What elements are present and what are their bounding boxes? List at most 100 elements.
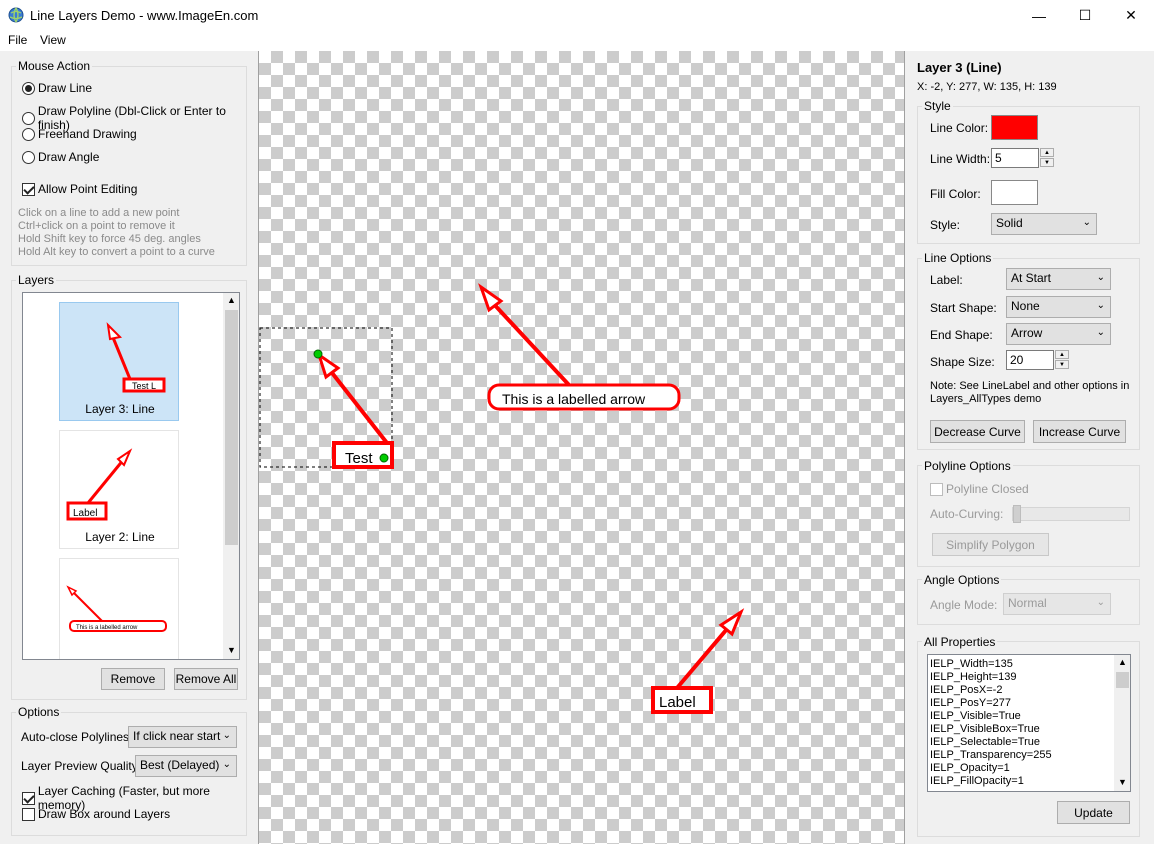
image-canvas[interactable]: This is a labelled arrow Test Label — [258, 51, 905, 844]
title-bar: Line Layers Demo - www.ImageEn.com — ☐ ✕ — [0, 0, 1154, 31]
hint-line: Ctrl+click on a point to remove it — [18, 220, 175, 232]
menu-file[interactable]: File — [8, 33, 27, 47]
select-value: If click near start — [133, 729, 221, 743]
point-handle[interactable] — [379, 453, 389, 463]
label-position-label: Label: — [930, 273, 963, 287]
spin-down-icon[interactable]: ▼ — [1055, 360, 1069, 369]
style-select[interactable]: Solid ⌄ — [991, 213, 1097, 235]
minimize-button[interactable]: — — [1016, 0, 1062, 31]
select-value: Arrow — [1011, 326, 1043, 340]
allow-point-editing-checkbox[interactable]: Allow Point Editing — [22, 182, 137, 196]
property-line: IELP_Width=135 — [930, 658, 1013, 670]
layers-drawing: This is a labelled arrow Test Label — [259, 283, 745, 714]
chevron-down-icon: ⌄ — [1082, 217, 1091, 228]
update-button[interactable]: Update — [1057, 801, 1130, 824]
window-title: Line Layers Demo - www.ImageEn.com — [30, 8, 259, 23]
select-value: Normal — [1008, 596, 1047, 610]
layer-preview-image: This is a labelled arrow — [66, 585, 167, 632]
line-width-label: Line Width: — [930, 152, 991, 166]
layer-thumb-1[interactable]: This is a labelled arrow — [59, 558, 179, 659]
slider-thumb[interactable] — [1013, 505, 1021, 523]
layers-scrollbar[interactable]: ▲ ▼ — [223, 293, 239, 659]
preview-quality-select[interactable]: Best (Delayed) ⌄ — [135, 755, 237, 777]
shape-size-label: Shape Size: — [930, 355, 995, 369]
select-value: Solid — [996, 216, 1023, 230]
radio-draw-angle[interactable]: Draw Angle — [22, 150, 99, 164]
auto-curving-slider[interactable] — [1012, 505, 1130, 523]
scroll-thumb[interactable] — [1116, 672, 1129, 688]
chevron-down-icon: ⌄ — [1096, 300, 1105, 311]
checkbox-indicator — [22, 791, 35, 805]
layer-geometry: X: -2, Y: 277, W: 135, H: 139 — [917, 81, 1057, 93]
angle-mode-select[interactable]: Normal ⌄ — [1003, 593, 1111, 615]
app-globe-icon — [8, 7, 24, 23]
arrow-line — [675, 627, 729, 690]
layers-title: Layers — [16, 273, 57, 287]
property-line: IELP_Selectable=True — [930, 736, 1040, 748]
menu-bar: File View — [0, 31, 1154, 51]
menu-view[interactable]: View — [40, 33, 66, 47]
thumb-label-text: Label — [73, 508, 97, 519]
polyline-options-title: Polyline Options — [922, 459, 1013, 473]
scroll-up-icon[interactable]: ▲ — [227, 295, 236, 305]
line-width-input[interactable]: 5 — [991, 148, 1039, 168]
chevron-down-icon: ⌄ — [222, 730, 231, 741]
arrow-line — [327, 367, 389, 445]
thumb-label-text: This is a labelled arrow — [76, 625, 138, 631]
simplify-polygon-button[interactable]: Simplify Polygon — [932, 533, 1049, 556]
radio-indicator — [22, 127, 35, 141]
select-value: Best (Delayed) — [140, 758, 220, 772]
properties-scrollbar[interactable]: ▲ ▼ — [1114, 655, 1130, 791]
end-shape-label: End Shape: — [930, 328, 993, 342]
checkbox-label: Allow Point Editing — [38, 182, 138, 196]
remove-button[interactable]: Remove — [101, 668, 165, 690]
checkbox-indicator — [22, 182, 35, 196]
layer-caption: Layer 3: Line — [85, 402, 155, 416]
decrease-curve-button[interactable]: Decrease Curve — [930, 420, 1025, 443]
shape-size-input[interactable]: 20 — [1006, 350, 1054, 370]
properties-memo[interactable]: IELP_Width=135 IELP_Height=139 IELP_PosX… — [927, 654, 1131, 792]
canvas-label-text: Label — [659, 694, 696, 711]
property-line: IELP_Opacity=1 — [930, 762, 1010, 774]
draw-box-checkbox[interactable]: Draw Box around Layers — [22, 807, 170, 821]
spin-up-icon[interactable]: ▲ — [1055, 350, 1069, 359]
point-handle[interactable] — [313, 349, 323, 359]
style-label: Style: — [930, 218, 961, 232]
mouse-action-title: Mouse Action — [16, 59, 93, 73]
spin-up-icon[interactable]: ▲ — [1040, 148, 1054, 157]
line-options-note: Note: See LineLabel and other options in… — [930, 380, 1129, 406]
auto-close-select[interactable]: If click near start ⌄ — [128, 726, 237, 748]
end-shape-select[interactable]: Arrow ⌄ — [1006, 323, 1111, 345]
layers-list[interactable]: Test L Layer 3: Line Label Layer 2: Line… — [22, 292, 240, 660]
layer-thumb-2[interactable]: Label Layer 2: Line — [59, 430, 179, 549]
auto-curving-label: Auto-Curving: — [930, 507, 1004, 521]
radio-label: Draw Line — [38, 81, 93, 95]
start-shape-select[interactable]: None ⌄ — [1006, 296, 1111, 318]
checkbox-indicator — [930, 482, 943, 496]
increase-curve-button[interactable]: Increase Curve — [1033, 420, 1126, 443]
radio-indicator — [22, 81, 35, 95]
label-position-select[interactable]: At Start ⌄ — [1006, 268, 1111, 290]
polyline-closed-checkbox[interactable]: Polyline Closed — [930, 482, 1029, 496]
fill-color-swatch[interactable] — [991, 180, 1038, 205]
radio-freehand[interactable]: Freehand Drawing — [22, 127, 137, 141]
layer-thumb-3[interactable]: Test L Layer 3: Line — [59, 302, 179, 421]
note-line: Layers_AllTypes demo — [930, 393, 1042, 405]
left-panel: Mouse Action Draw Line Draw Polyline (Db… — [0, 51, 258, 844]
scroll-thumb[interactable] — [225, 310, 238, 545]
scroll-down-icon[interactable]: ▼ — [227, 645, 236, 655]
layer-preview-image: Test L — [106, 322, 166, 393]
start-shape-label: Start Shape: — [930, 301, 997, 315]
property-line: IELP_FillOpacity=1 — [930, 775, 1024, 787]
close-button[interactable]: ✕ — [1108, 0, 1154, 31]
scroll-down-icon[interactable]: ▼ — [1118, 777, 1127, 787]
maximize-button[interactable]: ☐ — [1062, 0, 1108, 31]
line-color-swatch[interactable] — [991, 115, 1038, 140]
radio-draw-line[interactable]: Draw Line — [22, 81, 92, 95]
scroll-up-icon[interactable]: ▲ — [1118, 657, 1127, 667]
chevron-down-icon: ⌄ — [1096, 327, 1105, 338]
auto-close-label: Auto-close Polylines: — [21, 730, 133, 744]
spin-down-icon[interactable]: ▼ — [1040, 158, 1054, 167]
hint-line: Hold Shift key to force 45 deg. angles — [18, 233, 201, 245]
remove-all-button[interactable]: Remove All — [174, 668, 238, 690]
